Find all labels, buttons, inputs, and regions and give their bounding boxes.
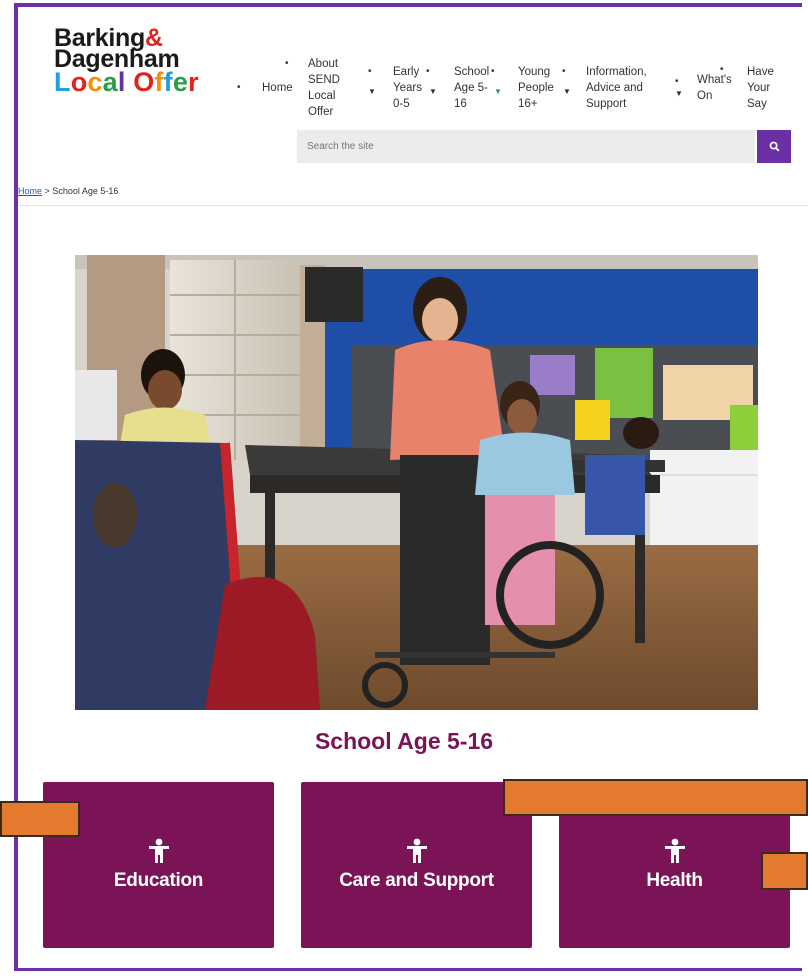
logo-letter [126, 72, 134, 93]
search-icon [769, 141, 780, 152]
annotation-overlay-top-right [503, 779, 808, 816]
logo-letter: e [172, 67, 189, 97]
chevron-down-icon: ▼ [563, 87, 571, 96]
breadcrumb-current: School Age 5-16 [52, 186, 119, 196]
breadcrumb: Home > School Age 5-16 [18, 186, 118, 196]
annotation-overlay-left [0, 801, 80, 837]
logo-letter: a [102, 67, 118, 97]
chevron-down-icon: ▼ [368, 87, 376, 96]
nav-young-line1: Young [518, 66, 551, 78]
nav-about-line3: Local [308, 90, 336, 102]
logo-letter: r [188, 67, 199, 97]
nav-school-line3: 16 [454, 98, 467, 110]
nav-have-line2: Your [747, 82, 771, 94]
nav-school-line1: School [454, 66, 490, 78]
nav-home-label: Home [262, 82, 293, 94]
nav-young-line3: 16+ [518, 98, 538, 110]
child-icon [664, 838, 685, 863]
tile-care-and-support[interactable]: Care and Support [301, 782, 532, 948]
search-input[interactable] [297, 130, 755, 163]
logo-letter: f [163, 67, 173, 97]
breadcrumb-separator: > [44, 186, 50, 196]
nav-whats-line1: What's [697, 74, 732, 86]
hero-image-classroom [75, 255, 758, 710]
nav-young-line2: People [518, 82, 554, 94]
nav-about-line2: SEND [308, 74, 340, 86]
tile-education-label: Education [113, 870, 204, 891]
tile-care-and-support-label: Care and Support [339, 870, 494, 891]
nav-have-line1: Have [747, 66, 774, 78]
nav-info-line2: Advice and [586, 82, 643, 94]
logo-letter: l [117, 67, 126, 97]
search-button[interactable] [757, 130, 791, 163]
tile-health-label: Health [646, 870, 703, 891]
nav-early-line1: Early [393, 66, 420, 78]
header-divider [18, 205, 808, 206]
page-title: School Age 5-16 [314, 728, 494, 754]
nav-early-line3: 0-5 [393, 98, 410, 110]
breadcrumb-home-link[interactable]: Home [18, 186, 42, 196]
child-icon [406, 838, 427, 863]
nav-have-line3: Say [747, 98, 767, 110]
logo-letter: o [70, 67, 88, 97]
child-icon [148, 838, 169, 863]
nav-about-line1: About [308, 58, 339, 70]
logo-letter: f [154, 67, 164, 97]
logo-letter: O [133, 67, 155, 97]
site-logo[interactable]: Barking& Dagenham Local Offer [54, 26, 199, 97]
nav-info-line1: Information, [586, 66, 647, 78]
nav-whats-line2: On [697, 90, 713, 102]
nav-about-line4: Offer [308, 106, 334, 118]
annotation-overlay-right [761, 852, 808, 890]
nav-early-line2: Years [393, 82, 422, 94]
chevron-down-icon: ▼ [429, 87, 437, 96]
nav-info-line3: Support [586, 98, 627, 110]
chevron-down-icon: ▼ [494, 87, 502, 96]
logo-letter: L [54, 67, 71, 97]
chevron-down-icon: ▼ [675, 89, 683, 98]
logo-text-local-offer: Local Offer [54, 67, 199, 97]
logo-letter: c [87, 67, 103, 97]
nav-school-line2: Age 5- [454, 82, 488, 94]
